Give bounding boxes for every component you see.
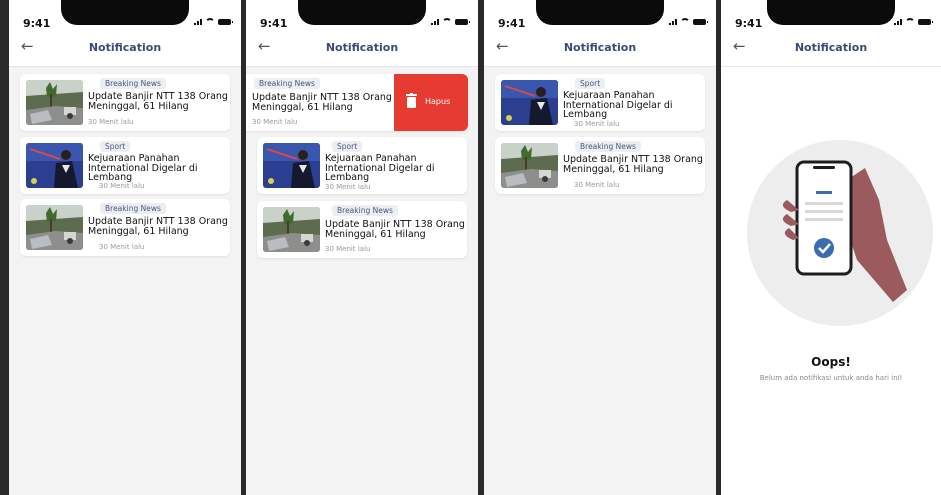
category-badge: Breaking News — [575, 141, 641, 152]
headline-line: Meninggal, 61 Hilang — [88, 225, 189, 237]
news-thumbnail — [501, 143, 558, 188]
status-icons — [431, 18, 470, 25]
page-title: Notification — [563, 41, 637, 54]
flood-image-icon — [263, 207, 320, 252]
category-badge: Breaking News — [254, 78, 320, 89]
category-badge: Sport — [100, 141, 131, 152]
notification-card[interactable]: Sport Kejuaraan Panahan International Di… — [257, 137, 467, 194]
flood-image-icon — [501, 143, 558, 188]
category-badge: Sport — [332, 141, 363, 152]
wifi-icon — [905, 18, 915, 25]
delete-button[interactable]: Hapus — [394, 74, 468, 131]
archery-image-icon — [501, 80, 558, 125]
time-ago: 30 Menit lalu — [325, 245, 371, 253]
screen-notification-list: 9:41 ← Notification Breaking News Update… — [9, 0, 241, 495]
status-icons — [669, 18, 708, 25]
category-badge: Breaking News — [100, 203, 166, 214]
wifi-icon — [680, 18, 690, 25]
flood-image-icon — [26, 80, 83, 125]
notification-card[interactable]: Sport Kejuaraan Panahan International Di… — [495, 74, 705, 131]
headline-line: Lembang — [563, 109, 608, 120]
headline-line: Meninggal, 61 Hilang — [563, 163, 664, 175]
category-badge: Breaking News — [100, 78, 166, 89]
news-thumbnail — [26, 205, 83, 250]
wifi-icon — [205, 18, 215, 25]
signal-icon — [431, 19, 439, 25]
hand-holding-phone-check-icon — [747, 140, 933, 326]
notification-card[interactable]: Breaking News Update Banjir NTT 138 Oran… — [495, 137, 705, 194]
news-headline: Kejuaraan Panahan International Digelar … — [563, 91, 703, 120]
top-bar: 9:41 ← Notification — [246, 0, 478, 67]
news-headline: Update Banjir NTT 138 Orang Meninggal, 6… — [325, 220, 465, 239]
page-title: Notification — [88, 41, 162, 54]
trash-icon — [406, 93, 417, 108]
screen-after-delete: 9:41 ← Notification Sport Kejuaraan Pana… — [484, 0, 716, 495]
top-bar: 9:41 ← Notification — [721, 0, 941, 67]
news-headline: Kejuaraan Panahan International Digelar … — [88, 154, 228, 183]
battery-icon — [218, 19, 233, 25]
top-bar: 9:41 ← Notification — [484, 0, 716, 67]
category-badge: Sport — [575, 78, 606, 89]
headline-line: Meninggal, 61 Hilang — [325, 228, 426, 240]
status-time: 9:41 — [23, 17, 51, 30]
news-thumbnail — [501, 80, 558, 125]
signal-icon — [669, 19, 677, 25]
signal-icon — [194, 19, 202, 25]
battery-icon — [918, 19, 933, 25]
battery-icon — [455, 19, 470, 25]
archery-image-icon — [26, 143, 83, 188]
page-title: Notification — [325, 41, 399, 54]
empty-state-message: Belum ada notifikasi untuk anda hari ini… — [759, 374, 903, 382]
device-notch — [767, 0, 895, 25]
headline-line: Meninggal, 61 Hilang — [252, 101, 353, 113]
delete-label: Hapus — [425, 97, 451, 106]
battery-icon — [693, 19, 708, 25]
notification-card[interactable]: Sport Kejuaraan Panahan International Di… — [20, 137, 230, 194]
screen-empty-state: 9:41 ← Notification Oops! Belum ada noti… — [721, 0, 941, 495]
screen-swipe-to-delete: 9:41 ← Notification Breaking News Update… — [246, 0, 478, 495]
status-time: 9:41 — [735, 17, 763, 30]
news-thumbnail — [26, 80, 83, 125]
empty-state-title: Oops! — [811, 355, 851, 369]
device-notch — [298, 0, 426, 25]
notification-card[interactable]: Breaking News Update Banjir NTT 138 Oran… — [20, 199, 230, 256]
time-ago: 30 Menit lalu — [574, 120, 620, 128]
flood-image-icon — [26, 205, 83, 250]
headline-line: Meninggal, 61 Hilang — [88, 100, 189, 112]
notification-card[interactable]: Breaking News Update Banjir NTT 138 Oran… — [20, 74, 230, 131]
news-headline: Update Banjir NTT 138 Orang Meninggal, 6… — [88, 92, 228, 111]
top-bar: 9:41 ← Notification — [9, 0, 241, 67]
news-headline: Update Banjir NTT 138 Orang Meninggal, 6… — [252, 93, 392, 112]
time-ago: 30 Menit lalu — [99, 182, 145, 190]
device-notch — [61, 0, 189, 25]
status-time: 9:41 — [498, 17, 526, 30]
news-headline: Update Banjir NTT 138 Orang Meninggal, 6… — [88, 217, 228, 236]
signal-icon — [894, 19, 902, 25]
news-headline: Kejuaraan Panahan International Digelar … — [325, 154, 465, 183]
news-headline: Update Banjir NTT 138 Orang Meninggal, 6… — [563, 155, 703, 174]
category-badge: Breaking News — [332, 205, 398, 216]
notification-card-swiped[interactable]: Breaking News Update Banjir NTT 138 Oran… — [246, 74, 468, 131]
headline-line: Lembang — [325, 172, 370, 183]
status-icons — [894, 18, 933, 25]
time-ago: 30 Menit lalu — [325, 183, 371, 191]
page-title: Notification — [794, 41, 868, 54]
wifi-icon — [442, 18, 452, 25]
notification-card[interactable]: Breaking News Update Banjir NTT 138 Oran… — [257, 201, 467, 258]
news-thumbnail — [263, 207, 320, 252]
device-notch — [536, 0, 664, 25]
status-time: 9:41 — [260, 17, 288, 30]
time-ago: 30 Menit lalu — [88, 118, 134, 126]
archery-image-icon — [263, 143, 320, 188]
news-thumbnail — [263, 143, 320, 188]
time-ago: 30 Menit lalu — [574, 181, 620, 189]
status-icons — [194, 18, 233, 25]
time-ago: 30 Menit lalu — [99, 243, 145, 251]
time-ago: 30 Menit lalu — [252, 118, 298, 126]
news-thumbnail — [26, 143, 83, 188]
